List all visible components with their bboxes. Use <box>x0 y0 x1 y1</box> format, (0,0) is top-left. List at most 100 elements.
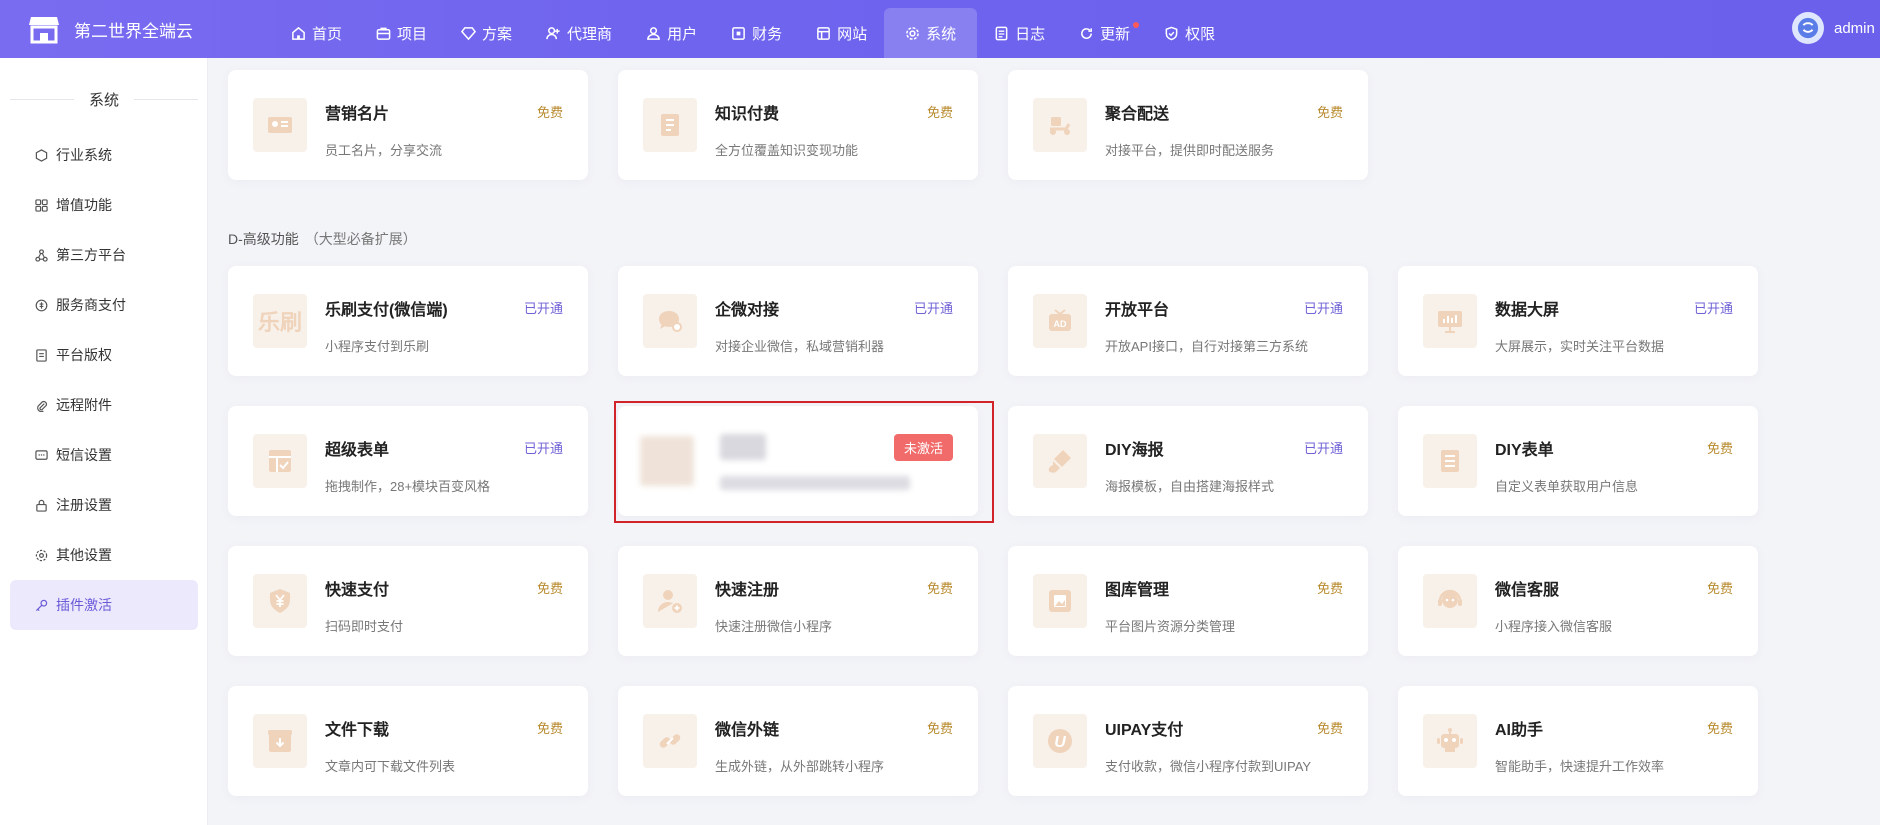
plugin-card-data-screen[interactable]: 数据大屏 大屏展示，实时关注平台数据 已开通 <box>1398 266 1758 376</box>
sidebar-item-sms[interactable]: 短信设置 <box>0 430 208 480</box>
plugin-card-knowledge-pay[interactable]: 知识付费 全方位覆盖知识变现功能 免费 <box>618 70 978 180</box>
sidebar-item-register[interactable]: 注册设置 <box>0 480 208 530</box>
sidebar-item-label: 其他设置 <box>56 547 112 563</box>
nav-home[interactable]: 首页 <box>274 8 359 58</box>
card-desc: 支付收款，微信小程序付款到UIPAY <box>1105 759 1312 774</box>
plugin-card-diy-poster[interactable]: DIY海报 海报模板，自由搭建海报样式 已开通 <box>1008 406 1368 516</box>
sidebar-item-service-pay[interactable]: 服务商支付 <box>0 280 208 330</box>
home-icon <box>291 26 306 41</box>
leshua-logo-text: 乐刷 <box>257 310 302 335</box>
card-title: 超级表单 <box>325 442 390 459</box>
plugin-card-delivery[interactable]: 聚合配送 对接平台，提供即时配送服务 免费 <box>1008 70 1368 180</box>
plugin-card-redacted[interactable]: 未激活 <box>618 406 978 516</box>
uipay-logo-text: U <box>1054 734 1066 751</box>
status-badge: 免费 <box>1316 581 1343 596</box>
gear-icon <box>905 26 920 41</box>
nav-system[interactable]: 系统 <box>884 8 978 58</box>
status-badge: 免费 <box>536 721 563 736</box>
nav-finance[interactable]: 财务 <box>714 8 799 58</box>
headset-icon <box>1423 574 1477 628</box>
status-badge: 免费 <box>536 581 563 596</box>
sidebar-item-other-settings[interactable]: 其他设置 <box>0 530 208 580</box>
nav-website[interactable]: 网站 <box>799 8 884 58</box>
scooter-icon <box>1033 98 1087 152</box>
nav-label: 网站 <box>837 25 868 43</box>
card-desc: 小程序支付到乐刷 <box>325 339 430 354</box>
store-logo-icon <box>28 14 60 44</box>
plugin-card-marketing-card[interactable]: 营销名片 员工名片，分享交流 免费 <box>228 70 588 180</box>
lock-icon <box>36 499 47 512</box>
network-icon <box>35 248 48 262</box>
hexagon-icon <box>35 148 48 162</box>
message-icon <box>35 449 48 460</box>
plugin-card-super-form[interactable]: 超级表单 拖拽制作，28+模块百变风格 已开通 <box>228 406 588 516</box>
plugin-card-gallery[interactable]: 图库管理 平台图片资源分类管理 免费 <box>1008 546 1368 656</box>
nav-project[interactable]: 项目 <box>359 8 444 58</box>
uipay-logo-icon: U <box>1033 714 1087 768</box>
form-layout-icon <box>253 434 307 488</box>
sidebar-item-label: 短信设置 <box>56 447 112 463</box>
robot-icon <box>1423 714 1477 768</box>
nav-log[interactable]: 日志 <box>977 8 1062 58</box>
card-title: 图库管理 <box>1105 582 1170 599</box>
card-title: 快速注册 <box>715 582 780 599</box>
plugin-card-quick-register[interactable]: 快速注册 快速注册微信小程序 免费 <box>618 546 978 656</box>
sidebar-item-industry[interactable]: 行业系统 <box>0 130 208 180</box>
card-title: 微信客服 <box>1495 582 1560 599</box>
plugin-card-wechat-service[interactable]: 微信客服 小程序接入微信客服 免费 <box>1398 546 1758 656</box>
refresh-icon <box>1079 26 1094 41</box>
sidebar-item-value-added[interactable]: 增值功能 <box>0 180 208 230</box>
sidebar-item-label: 插件激活 <box>56 597 112 613</box>
sidebar-item-label: 远程附件 <box>56 397 112 413</box>
archive-download-icon <box>253 714 307 768</box>
list-doc-icon <box>1423 434 1477 488</box>
sidebar: 系统 行业系统 增值功能 第三方平台 服务商支付 平台版权 远程附件 短信设置 <box>0 58 208 825</box>
plugin-card-quick-pay[interactable]: 快速支付 扫码即时支付 免费 <box>228 546 588 656</box>
brand[interactable]: 第二世界全端云 <box>28 13 193 45</box>
finance-icon <box>731 26 746 41</box>
nav-users[interactable]: 用户 <box>629 8 714 58</box>
sidebar-item-copyright[interactable]: 平台版权 <box>0 330 208 380</box>
status-badge: 免费 <box>926 581 953 596</box>
plugin-card-uipay[interactable]: U UIPAY支付 支付收款，微信小程序付款到UIPAY 免费 <box>1008 686 1368 796</box>
nav-update[interactable]: 更新 <box>1062 8 1147 58</box>
plugin-card-leshua-pay[interactable]: 乐刷 乐刷支付(微信端) 小程序支付到乐刷 已开通 <box>228 266 588 376</box>
card-desc: 开放API接口，自行对接第三方系统 <box>1105 339 1308 354</box>
plugin-card-open-platform[interactable]: AD 开放平台 开放API接口，自行对接第三方系统 已开通 <box>1008 266 1368 376</box>
section-title-text: D-高级功能 <box>228 231 299 247</box>
plugin-card-diy-form[interactable]: DIY表单 自定义表单获取用户信息 免费 <box>1398 406 1758 516</box>
plugin-card-file-download[interactable]: 文件下载 文章内可下载文件列表 免费 <box>228 686 588 796</box>
nav-plan[interactable]: 方案 <box>444 8 529 58</box>
status-badge: 已开通 <box>913 301 953 316</box>
plugin-card-wechat-link[interactable]: 微信外链 生成外链，从外部跳转小程序 免费 <box>618 686 978 796</box>
business-card-icon <box>253 98 307 152</box>
nav-label: 系统 <box>926 25 957 43</box>
card-title: 聚合配送 <box>1105 106 1170 123</box>
card-title: 微信外链 <box>715 722 780 739</box>
card-title: DIY海报 <box>1105 442 1164 459</box>
card-desc: 文章内可下载文件列表 <box>325 759 456 774</box>
plugin-card-ai-assistant[interactable]: AI助手 智能助手，快速提升工作效率 免费 <box>1398 686 1758 796</box>
redacted-icon <box>640 436 694 486</box>
sidebar-item-label: 第三方平台 <box>56 247 126 263</box>
log-icon <box>994 26 1009 41</box>
card-title: 知识付费 <box>715 106 780 123</box>
leshua-logo-icon: 乐刷 <box>253 294 307 348</box>
nav-label: 更新 <box>1100 25 1131 43</box>
plugin-card-wecom[interactable]: 企微对接 对接企业微信，私域营销利器 已开通 <box>618 266 978 376</box>
sidebar-item-plugin-activation[interactable]: 插件激活 <box>10 580 198 630</box>
nav-agent[interactable]: 代理商 <box>529 8 629 58</box>
key-icon <box>35 599 48 611</box>
status-badge: 免费 <box>1706 721 1733 736</box>
tv-ad-text: AD <box>1054 319 1067 329</box>
status-badge: 免费 <box>926 105 953 120</box>
sidebar-item-third-party[interactable]: 第三方平台 <box>0 230 208 280</box>
brush-icon <box>1033 434 1087 488</box>
sidebar-item-label: 增值功能 <box>56 197 112 213</box>
nav-permission[interactable]: 权限 <box>1147 8 1232 58</box>
card-title: 快速支付 <box>325 582 390 599</box>
card-desc: 对接平台，提供即时配送服务 <box>1105 143 1275 158</box>
coin-icon <box>35 299 48 311</box>
sidebar-item-remote-attachment[interactable]: 远程附件 <box>0 380 208 430</box>
user-menu[interactable]: admin <box>1792 12 1875 44</box>
